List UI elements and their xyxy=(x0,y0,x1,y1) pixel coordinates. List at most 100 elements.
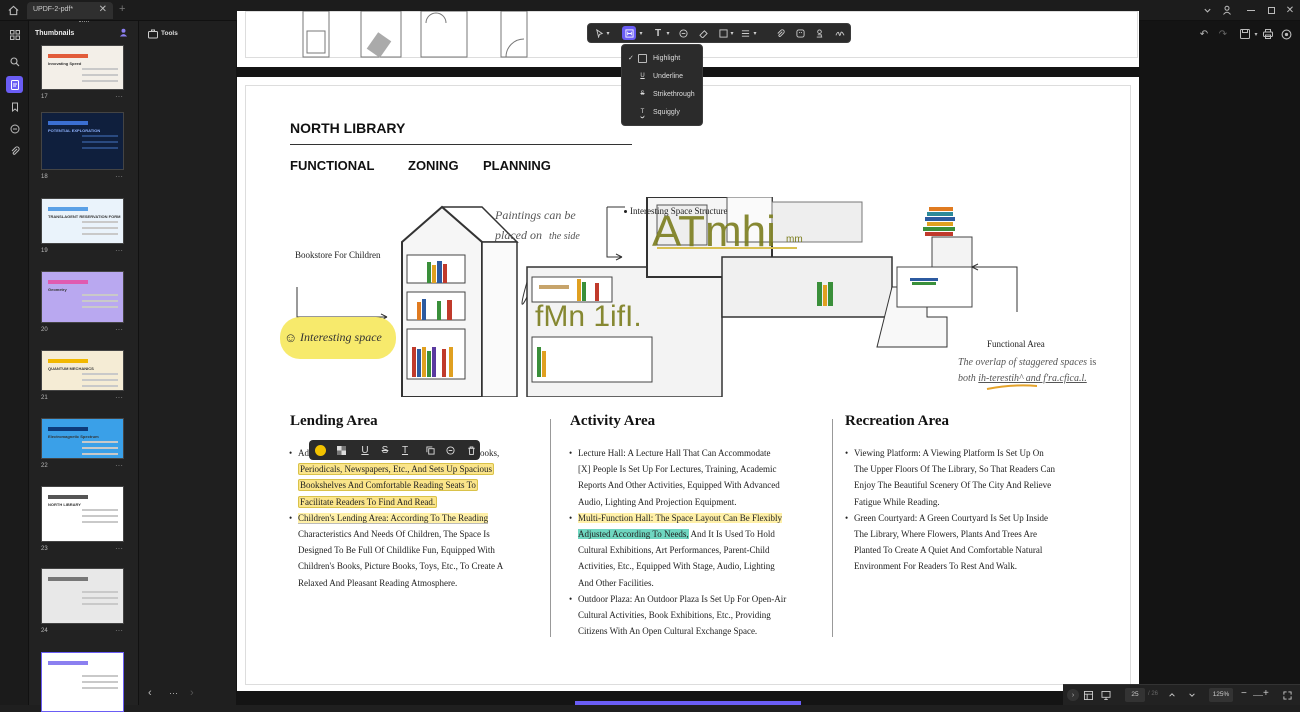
activity-item-lecture: Lecture Hall: A Lecture Hall That Can Ac… xyxy=(569,445,814,510)
chevron-down-icon[interactable]: ▾ xyxy=(637,26,645,40)
zoom-slider[interactable] xyxy=(1253,695,1263,696)
thumbnail-menu-icon[interactable]: ··· xyxy=(115,461,123,470)
menu-item-strikethrough[interactable]: S Strikethrough xyxy=(622,85,704,103)
menu-item-underline[interactable]: U Underline xyxy=(622,67,704,85)
save-dropdown-icon[interactable]: ▾ xyxy=(1252,27,1260,41)
page-scroll-indicator[interactable] xyxy=(575,701,801,705)
print-icon[interactable] xyxy=(1261,27,1275,41)
next-chevron-icon[interactable]: › xyxy=(190,687,194,699)
text-tool-icon[interactable]: T xyxy=(651,26,665,40)
highlight-line[interactable]: Facilitate Readers To Find And Read. xyxy=(298,495,438,508)
thumbnail-menu-icon[interactable]: ··· xyxy=(115,626,123,635)
thumbnail-menu-icon[interactable]: ··· xyxy=(115,393,123,402)
chevron-down-icon[interactable] xyxy=(1200,3,1214,17)
chevron-down-icon[interactable]: ▾ xyxy=(751,26,759,40)
thumbnail-page[interactable]: NORTH LIBRARY xyxy=(41,486,124,542)
highlight-green[interactable]: Adjusted According To Needs, xyxy=(578,529,689,540)
squiggly-icon[interactable]: T xyxy=(398,443,412,457)
zoom-in-button[interactable]: + xyxy=(1263,688,1269,699)
highlight-line[interactable]: Periodicals, Newspapers, Etc., And Sets … xyxy=(298,463,494,476)
stamp-tool-icon[interactable] xyxy=(812,26,826,40)
account-icon[interactable] xyxy=(1220,3,1234,17)
present-icon[interactable] xyxy=(1100,689,1112,701)
thumbnail-page-number: 20 xyxy=(41,327,48,333)
thumbnail-page[interactable]: Geometry xyxy=(41,271,124,323)
thumbnail-menu-icon[interactable]: ··· xyxy=(115,92,123,101)
highlight-line[interactable]: Bookshelves And Comfortable Reading Seat… xyxy=(298,479,478,492)
caption-1c: is xyxy=(1089,357,1097,368)
highlight-tool-icon[interactable] xyxy=(622,26,636,40)
ai-assistant-icon[interactable] xyxy=(1279,27,1293,41)
user-icon[interactable] xyxy=(118,27,128,37)
tools-label[interactable]: Tools xyxy=(161,30,178,37)
thumbnails-icon[interactable] xyxy=(6,76,23,93)
chevron-down-icon[interactable]: ▾ xyxy=(664,26,672,40)
thumbnail-page[interactable]: POTENTIAL EXPLORATION xyxy=(41,112,124,170)
thumbnail-page-number: 22 xyxy=(41,463,48,469)
thumbnail-page[interactable]: TRANSLAGENT RESERVATION FORM xyxy=(41,198,124,244)
grid-view-icon[interactable] xyxy=(6,26,23,43)
highlight-line[interactable]: Multi-Function Hall: The Space Layout Ca… xyxy=(578,512,783,523)
home-icon[interactable] xyxy=(6,3,21,18)
column-divider-2 xyxy=(832,419,833,637)
thumbnails-panel: Thumbnails Innovating Speed 17 ··· POTENTIA… xyxy=(29,21,150,712)
thumbnail-menu-icon[interactable]: ··· xyxy=(115,325,123,334)
thumbnail-menu-icon[interactable]: ··· xyxy=(115,246,123,255)
new-tab-button[interactable]: + xyxy=(119,3,125,15)
comment-tool-icon[interactable] xyxy=(676,26,690,40)
thumbnail-page[interactable]: Electromagnetic Spectrum xyxy=(41,418,124,459)
delete-icon[interactable] xyxy=(464,443,478,457)
close-tab-icon[interactable]: ✕ xyxy=(99,4,107,15)
thumbnail-page[interactable] xyxy=(41,652,124,712)
underline-icon[interactable]: U xyxy=(358,443,372,457)
more-dots-icon[interactable]: ··· xyxy=(169,688,178,698)
layout-icon[interactable] xyxy=(1082,689,1094,701)
thumbnail-page[interactable]: QUANTUM MECHANICS xyxy=(41,350,124,391)
thumbnails-title: Thumbnails xyxy=(35,30,75,37)
chevron-up-icon[interactable] xyxy=(1166,689,1178,701)
attachment-icon[interactable] xyxy=(6,142,23,159)
chevron-down-icon[interactable]: ▾ xyxy=(728,26,736,40)
prev-icon[interactable]: › xyxy=(1067,689,1079,701)
opacity-icon[interactable] xyxy=(334,443,348,457)
document-tab[interactable]: UPDF-2-pdf* ✕ xyxy=(27,2,113,19)
activity-item-plaza: Outdoor Plaza: An Outdoor Plaza Is Set U… xyxy=(569,591,814,640)
copy-icon[interactable] xyxy=(423,443,437,457)
floating-annotation-bar: U S T xyxy=(309,440,480,460)
chevron-down-icon[interactable] xyxy=(1186,689,1198,701)
comment-icon[interactable] xyxy=(443,443,457,457)
document-viewport[interactable]: NORTH LIBRARY FUNCTIONAL ZONING PLANNING xyxy=(236,11,1300,705)
bookmark-icon[interactable] xyxy=(6,98,23,115)
minimize-icon[interactable] xyxy=(1244,3,1258,17)
restore-icon[interactable] xyxy=(1264,3,1278,17)
comments-icon[interactable] xyxy=(6,120,23,137)
color-picker[interactable] xyxy=(313,443,327,457)
undo-icon[interactable]: ↶ xyxy=(1197,27,1211,41)
prev-chevron-icon[interactable]: ‹ xyxy=(148,687,152,699)
thumbnail-menu-icon[interactable]: ··· xyxy=(115,544,123,553)
signature-tool-icon[interactable] xyxy=(833,26,847,40)
search-icon[interactable] xyxy=(6,53,23,70)
chevron-down-icon[interactable]: ▾ xyxy=(604,26,612,40)
sticker-tool-icon[interactable] xyxy=(793,26,807,40)
thumbnail-page[interactable]: Innovating Speed xyxy=(41,45,124,90)
thumbnail-text-line xyxy=(82,147,118,149)
thumbnail-menu-icon[interactable]: ··· xyxy=(115,172,123,181)
zoom-out-button[interactable]: − xyxy=(1241,688,1247,699)
attach-tool-icon[interactable] xyxy=(773,26,787,40)
tools-icon[interactable] xyxy=(147,28,158,39)
subtitle-planning: PLANNING xyxy=(483,158,551,173)
page-number-input[interactable]: 25 xyxy=(1125,688,1145,702)
menu-item-highlight[interactable]: ✓ Highlight xyxy=(622,49,704,67)
highlight-line[interactable]: Children's Lending Area: According To Th… xyxy=(298,512,489,524)
fit-screen-icon[interactable] xyxy=(1281,689,1293,701)
zoom-level[interactable]: 125% xyxy=(1209,688,1233,702)
thumbnail-page[interactable] xyxy=(41,568,124,624)
strikethrough-icon[interactable]: S xyxy=(378,443,392,457)
close-window-icon[interactable]: ✕ xyxy=(1283,3,1297,17)
label-interesting-space: Interesting space xyxy=(300,330,382,344)
line-style-icon[interactable] xyxy=(738,26,752,40)
eraser-tool-icon[interactable] xyxy=(696,26,710,40)
menu-item-squiggly[interactable]: T Squiggly xyxy=(622,103,704,121)
redo-icon[interactable]: ↷ xyxy=(1216,27,1230,41)
